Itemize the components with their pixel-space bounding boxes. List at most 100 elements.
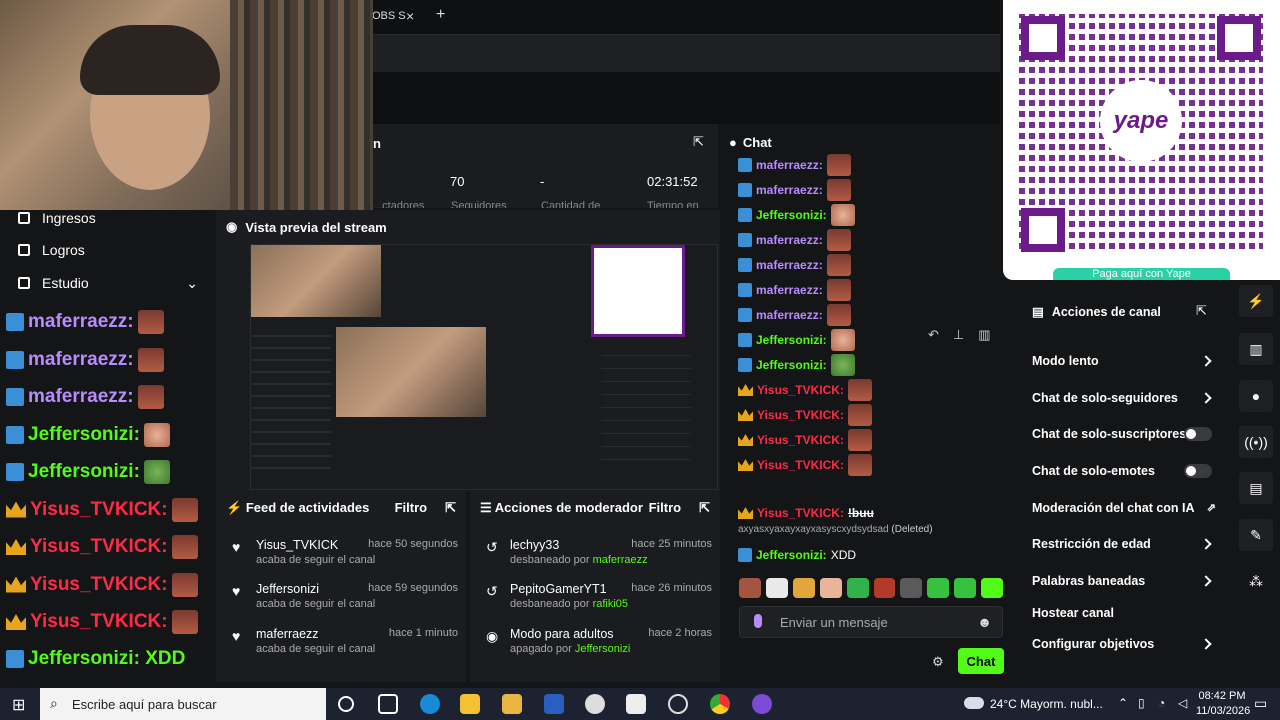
taskbar-search[interactable]: ⌕ Escribe aquí para buscar [40, 688, 326, 720]
emote-icon [830, 329, 855, 351]
chat-username[interactable]: Jeffersonizi: [756, 333, 827, 347]
chat-username[interactable]: maferraezz: [756, 283, 823, 297]
app-icon[interactable] [585, 694, 605, 714]
mod-item-by[interactable]: maferraezz [593, 554, 648, 566]
chat-line: Jeffersonizi: [738, 329, 855, 351]
chat-username[interactable]: Jeffersonizi: [756, 208, 827, 222]
app-icon-2[interactable] [752, 694, 772, 714]
chat-username[interactable]: Jeffersonizi: [756, 358, 827, 372]
windows-start-icon[interactable]: ⊞ [12, 695, 25, 715]
emote-button[interactable] [739, 578, 761, 598]
mod-item-by[interactable]: Jeffersonizi [575, 643, 630, 655]
chat-username[interactable]: maferraezz: [756, 158, 823, 172]
store-icon[interactable] [460, 694, 480, 714]
emote-button[interactable] [927, 578, 950, 598]
lightning-icon[interactable]: ⚡ [1239, 285, 1273, 317]
popout-icon[interactable]: ⇱ [1196, 303, 1207, 319]
chat-username[interactable]: Yisus_TVKICK: [757, 408, 844, 422]
channel-action-item[interactable]: Chat de solo-seguidores [1032, 391, 1222, 405]
chat-username[interactable]: maferraezz: [756, 308, 823, 322]
broadcast-icon[interactable]: ((•)) [1239, 426, 1273, 458]
weather-text[interactable]: 24°C Mayorm. nubl... [990, 697, 1103, 711]
expand-icon[interactable]: ⇱ [693, 134, 704, 150]
preview-video[interactable] [250, 244, 718, 490]
chat-username[interactable]: Yisus_TVKICK: [757, 458, 844, 472]
deleted-tag: (Deleted) [891, 524, 933, 535]
chat-username[interactable]: Jeffersonizi: [756, 548, 827, 562]
obs-icon[interactable] [668, 694, 688, 714]
toggle-switch[interactable] [1184, 464, 1212, 478]
emote-button[interactable] [873, 578, 896, 598]
preview-qr [591, 245, 685, 337]
close-tab-icon[interactable]: × [406, 8, 414, 24]
channel-action-item[interactable]: Configurar objetivos [1032, 637, 1222, 651]
popout-icon[interactable]: ⇱ [699, 500, 710, 516]
chat-icon[interactable]: ● [1239, 380, 1273, 412]
mod-item-by[interactable]: rafiki05 [593, 598, 628, 610]
channel-action-item[interactable]: Chat de solo-emotes [1032, 464, 1222, 478]
notification-icon[interactable]: ▭ [1254, 695, 1267, 712]
cortana-icon[interactable] [338, 696, 354, 712]
reply-icon[interactable]: ↶ [928, 327, 939, 349]
send-chat-button[interactable]: Chat [958, 648, 1004, 674]
nodes-icon[interactable]: ⁂ [1239, 565, 1273, 597]
wrench-icon[interactable]: ✎ [1239, 519, 1273, 551]
emote-button[interactable] [900, 578, 923, 598]
emote-button[interactable] [954, 578, 977, 598]
new-tab-icon[interactable]: + [436, 6, 445, 24]
chat-message-input[interactable]: Enviar un mensaje ☻ [739, 606, 1003, 638]
channel-action-item[interactable]: Modo lento [1032, 354, 1222, 368]
emote-button[interactable] [792, 578, 815, 598]
toggle-switch[interactable] [1184, 427, 1212, 441]
studio-icon [18, 277, 30, 289]
edge-icon[interactable] [420, 694, 440, 714]
folder-icon[interactable] [502, 694, 522, 714]
emote-button[interactable] [765, 578, 788, 598]
channel-action-item[interactable]: Restricción de edad [1032, 537, 1222, 551]
crown-badge-icon [6, 614, 26, 630]
chat-username[interactable]: maferraezz: [756, 233, 823, 247]
chat-username[interactable]: Yisus_TVKICK: [757, 506, 844, 520]
word-icon[interactable] [544, 694, 564, 714]
chat-username[interactable]: maferraezz: [756, 258, 823, 272]
channel-action-item[interactable]: Chat de solo-suscriptores [1032, 427, 1222, 441]
channel-action-label: Moderación del chat con IA [1032, 501, 1195, 515]
layout-icon[interactable]: ▤ [1239, 472, 1273, 504]
channel-action-label: Chat de solo-emotes [1032, 464, 1155, 478]
popout-icon[interactable]: ⇱ [445, 500, 456, 516]
trash-icon[interactable]: ▥ [978, 327, 990, 349]
feed-filter-button[interactable]: Filtro [395, 500, 428, 516]
emoji-icon[interactable]: ☻ [977, 614, 992, 630]
pin-icon[interactable]: ⊥ [953, 327, 964, 349]
chevron-up-icon[interactable]: ⌃ [1118, 696, 1128, 710]
volume-icon[interactable]: ◁ [1178, 696, 1187, 710]
emote-quick-bar [739, 578, 1004, 600]
clock-time[interactable]: 08:42 PM [1198, 690, 1246, 702]
channel-action-item[interactable]: Hostear canal [1032, 606, 1222, 620]
mod-filter-button[interactable]: Filtro [649, 500, 682, 516]
chat-username[interactable]: maferraezz: [756, 183, 823, 197]
clock-date[interactable]: 11/03/2026 [1196, 705, 1250, 717]
emote-button[interactable] [981, 578, 1004, 598]
channel-action-item[interactable]: Moderación del chat con IA ⇗ [1032, 501, 1222, 515]
message-action-bar: ↶ ⊥ ▥ [928, 327, 998, 349]
battery-icon[interactable]: ▯ [1138, 696, 1145, 710]
emote-button[interactable] [819, 578, 842, 598]
stream-stats-panel: n ⇱ 70 - 02:31:52 ...ctadores Seguidores… [373, 124, 718, 208]
chat-username[interactable]: Yisus_TVKICK: [757, 383, 844, 397]
sidebar-item-estudio[interactable]: Estudio ⌄ [18, 275, 198, 291]
browser-tab-label[interactable]: OBS S [372, 10, 406, 22]
mic-icon[interactable] [754, 614, 762, 628]
wifi-icon[interactable]: ◔ [1158, 696, 1165, 710]
task-view-icon[interactable] [378, 694, 398, 714]
sidebar-item-logros[interactable]: Logros [18, 242, 85, 258]
gear-icon[interactable]: ⚙ [932, 654, 944, 670]
chrome-icon[interactable] [710, 694, 730, 714]
mail-icon[interactable] [626, 694, 646, 714]
channel-action-item[interactable]: Palabras baneadas [1032, 574, 1222, 588]
notes-icon[interactable]: ▥ [1239, 333, 1273, 365]
address-bar[interactable] [370, 34, 1000, 72]
chat-username[interactable]: Yisus_TVKICK: [757, 433, 844, 447]
sidebar-item-ingresos[interactable]: Ingresos [18, 210, 96, 226]
emote-button[interactable] [846, 578, 869, 598]
